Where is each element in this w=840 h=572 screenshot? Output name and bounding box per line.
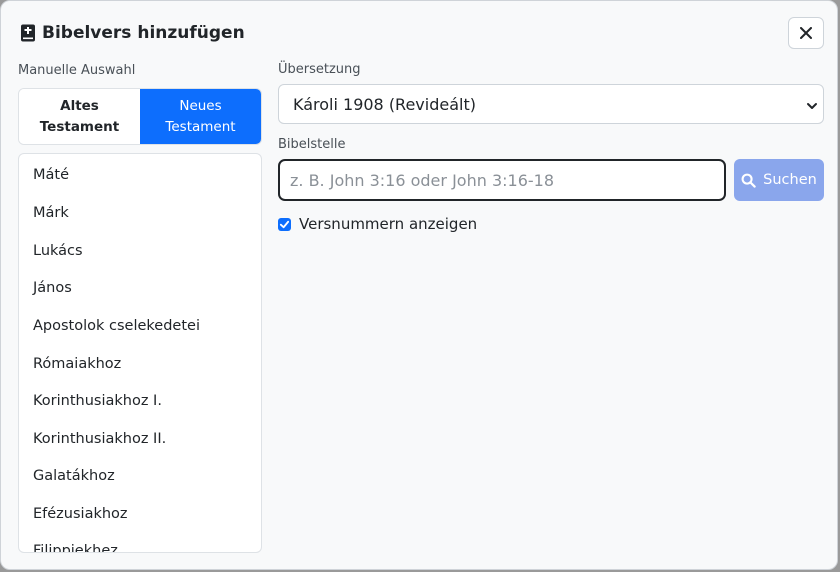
chevron-down-icon <box>805 98 819 117</box>
bible-book-icon <box>20 24 36 42</box>
close-icon <box>800 24 812 43</box>
translation-label: Übersetzung <box>278 62 361 77</box>
dialog-header: Bibelvers hinzufügen <box>20 21 245 45</box>
book-item[interactable]: Apostolok cselekedetei <box>33 318 200 334</box>
translation-select[interactable]: Károli 1908 (Revideált) <box>278 84 824 124</box>
manual-selection-label: Manuelle Auswahl <box>18 63 136 78</box>
checkmark-icon <box>279 220 290 228</box>
book-item[interactable]: Filippiekhez <box>33 543 118 552</box>
dialog-title: Bibelvers hinzufügen <box>42 23 245 43</box>
book-item[interactable]: Korinthusiakhoz I. <box>33 393 162 409</box>
book-item[interactable]: Máté <box>33 167 69 183</box>
book-item[interactable]: János <box>33 280 72 296</box>
tab-new-testament[interactable]: Neues Testament <box>140 89 261 144</box>
book-item[interactable]: Lukács <box>33 243 83 259</box>
book-list[interactable]: Máté Márk Lukács János Apostolok cseleke… <box>18 153 262 553</box>
book-item[interactable]: Galatákhoz <box>33 468 115 484</box>
search-button[interactable]: Suchen <box>734 159 824 201</box>
book-item[interactable]: Márk <box>33 205 69 221</box>
tab-old-testament[interactable]: Altes Testament <box>19 89 140 144</box>
add-bible-verse-dialog: Bibelvers hinzufügen Manuelle Auswahl Al… <box>0 0 838 570</box>
show-verse-numbers-checkbox[interactable] <box>278 217 291 231</box>
book-item[interactable]: Efézusiakhoz <box>33 506 128 522</box>
show-verse-numbers-label: Versnummern anzeigen <box>299 215 478 233</box>
book-item[interactable]: Rómaiakhoz <box>33 356 121 372</box>
search-icon <box>741 173 756 188</box>
reference-label: Bibelstelle <box>278 137 346 152</box>
close-button[interactable] <box>788 17 824 49</box>
translation-value: Károli 1908 (Revideált) <box>293 94 476 114</box>
book-item[interactable]: Korinthusiakhoz II. <box>33 431 166 447</box>
search-button-label: Suchen <box>763 172 817 188</box>
reference-input[interactable] <box>278 159 726 201</box>
show-verse-numbers-row: Versnummern anzeigen <box>278 214 477 234</box>
testament-toggle: Altes Testament Neues Testament <box>18 88 262 145</box>
